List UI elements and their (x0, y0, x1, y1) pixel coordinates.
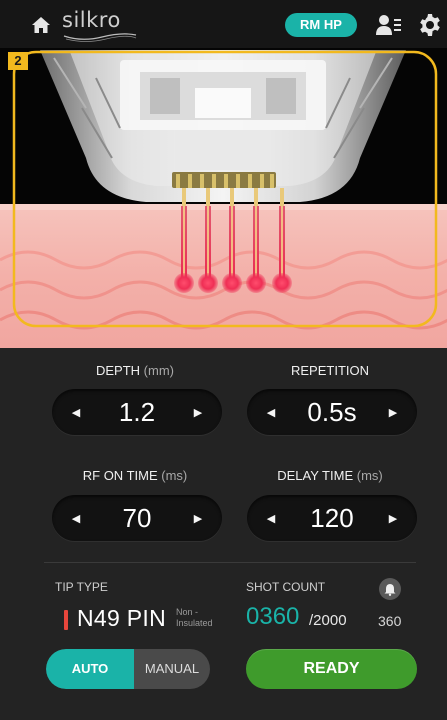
repetition-value: 0.5s (307, 397, 357, 427)
home-icon[interactable] (31, 16, 51, 34)
depth-stepper: ◀ 1.2 ▶ (52, 389, 222, 435)
shot-count-label: SHOT COUNT (246, 580, 326, 594)
rf-on-time-label-text: RF ON TIME (82, 468, 158, 483)
user-icon[interactable] (376, 14, 402, 36)
mode-badge[interactable]: RM HP (285, 13, 357, 37)
rf-on-time-stepper: ◀ 70 ▶ (52, 495, 222, 541)
logo-swoosh-icon (63, 33, 137, 42)
tip-type-label: TIP TYPE (55, 580, 108, 594)
rf-on-time-increase-button[interactable]: ▶ (178, 495, 218, 541)
ready-button[interactable]: READY (246, 649, 417, 689)
repetition-label: REPETITION (240, 363, 420, 378)
depth-label: DEPTH (mm) (45, 363, 225, 378)
rf-on-time-label: RF ON TIME (ms) (45, 468, 225, 483)
manual-mode-button[interactable]: MANUAL (134, 649, 210, 689)
top-bar: silkro RM HP (0, 0, 447, 48)
tip-note-line2: Insulated (176, 618, 213, 628)
bell-glyph-icon (384, 583, 396, 596)
tip-color-indicator (64, 610, 68, 630)
delay-time-label: DELAY TIME (ms) (240, 468, 420, 483)
delay-time-value: 120 (310, 503, 354, 533)
depth-label-text: DEPTH (95, 363, 141, 378)
brand-logo: silkro (62, 8, 138, 42)
tip-note-line1: Non - (176, 607, 199, 617)
tip-type-value: N49 PIN (77, 605, 167, 631)
repetition-label-text: REPETITION (290, 363, 369, 378)
gear-icon[interactable] (418, 13, 442, 37)
rf-on-time-value: 70 (122, 503, 152, 533)
delay-time-decrease-button[interactable]: ◀ (251, 495, 291, 541)
delay-time-unit: (ms) (356, 468, 383, 483)
repetition-decrease-button[interactable]: ◀ (251, 389, 291, 435)
logo-text: silkro (62, 8, 121, 32)
section-divider (44, 562, 416, 563)
repetition-increase-button[interactable]: ▶ (373, 389, 413, 435)
delay-time-label-text: DELAY TIME (277, 468, 354, 483)
handpiece-skin-diagram (0, 48, 447, 348)
delay-time-increase-button[interactable]: ▶ (373, 495, 413, 541)
shot-count-total: /2000 (309, 612, 347, 629)
bell-icon[interactable] (379, 578, 401, 600)
treatment-illustration: 2 (0, 48, 447, 348)
delay-time-stepper: ◀ 120 ▶ (247, 495, 417, 541)
alarm-shot-count: 360 (378, 613, 402, 629)
auto-mode-button[interactable]: AUTO (46, 649, 134, 689)
mode-toggle: AUTO MANUAL (46, 649, 210, 689)
depth-increase-button[interactable]: ▶ (178, 389, 218, 435)
tip-insulation-note: Non - Insulated (176, 607, 213, 629)
rf-on-time-decrease-button[interactable]: ◀ (56, 495, 96, 541)
shot-count-value: 0360 (246, 603, 300, 630)
depth-value: 1.2 (118, 397, 156, 427)
repetition-stepper: ◀ 0.5s ▶ (247, 389, 417, 435)
rf-on-time-unit: (ms) (161, 468, 188, 483)
depth-decrease-button[interactable]: ◀ (56, 389, 96, 435)
depth-unit: (mm) (143, 363, 174, 378)
step-badge: 2 (8, 52, 28, 70)
